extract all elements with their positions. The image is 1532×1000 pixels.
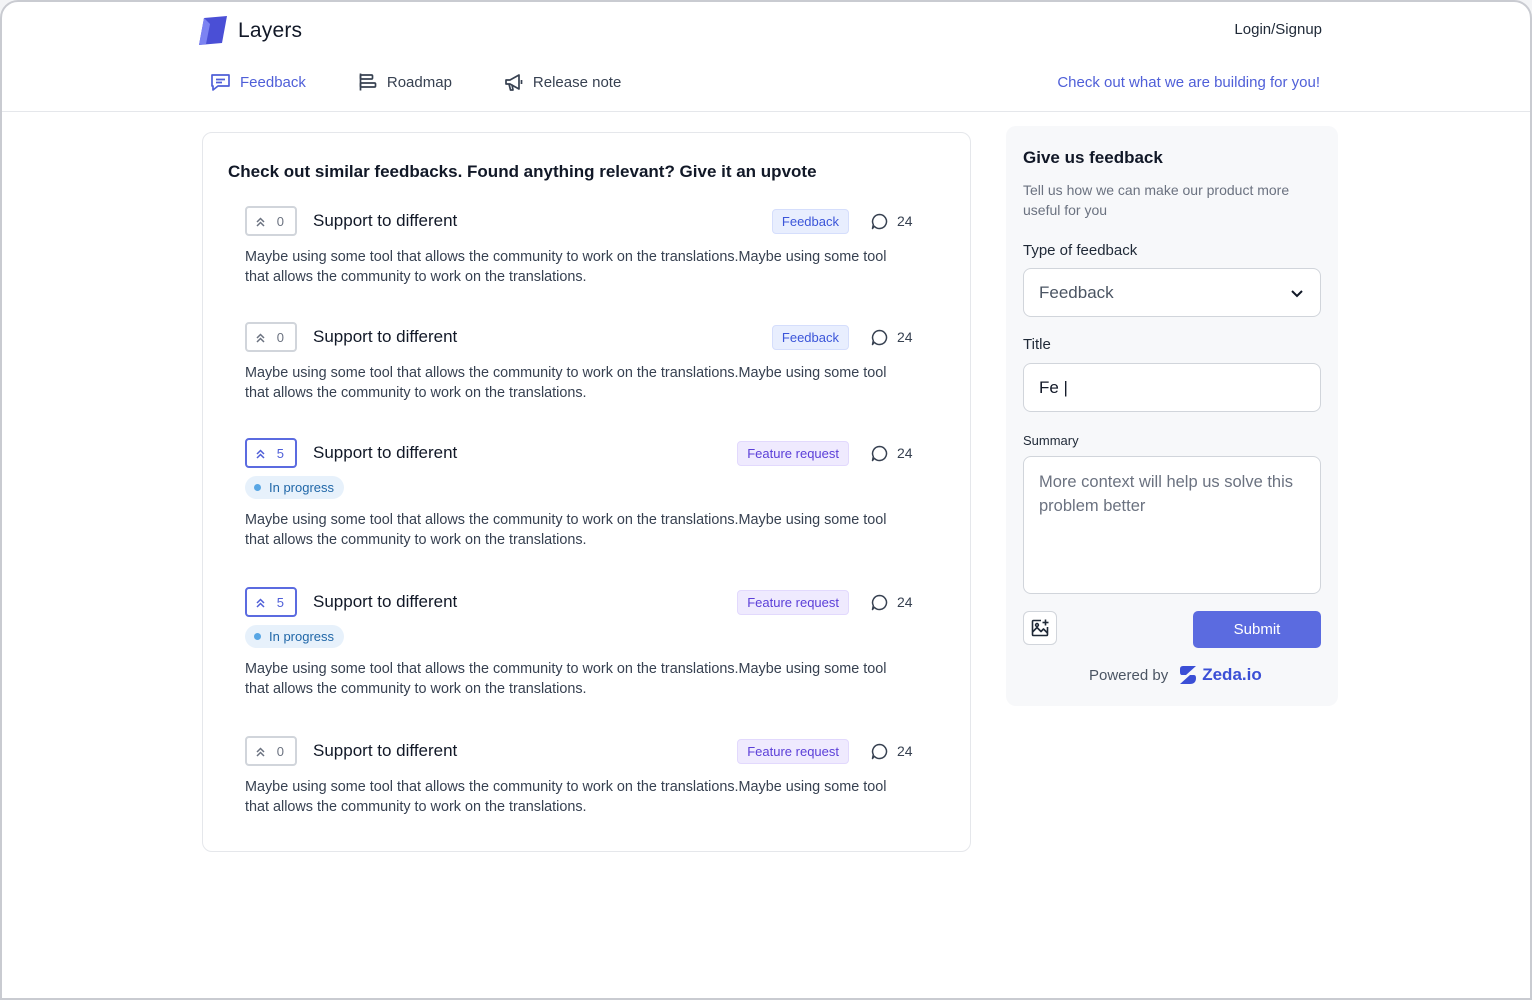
comment-count[interactable]: 24 [871,445,913,462]
feedback-item[interactable]: 5 Support to different Feature request 2… [245,587,913,699]
feedback-type-value: Feedback [1039,282,1114,302]
feedback-description: Maybe using some tool that allows the co… [245,661,887,697]
feedback-form-panel: Give us feedback Tell us how we can make… [1006,126,1338,706]
chevron-down-icon [1291,289,1303,297]
submit-button[interactable]: Submit [1193,611,1321,648]
feedback-type-select[interactable]: Feedback [1023,268,1321,317]
image-plus-icon [1031,619,1049,637]
nav-tab-label: Release note [532,73,622,91]
status-badge: In progress [245,625,345,648]
feedback-title[interactable]: Support to different [313,211,772,231]
nav-tab-feedback[interactable]: Feedback [210,72,306,92]
layers-logo-icon [199,16,227,45]
brand-logo[interactable]: Layers [196,14,302,48]
double-chevron-up-icon [256,746,265,757]
feature-request-tag: Feature request [737,589,849,615]
main-nav: Feedback Roadmap Release note [210,72,673,92]
comment-count[interactable]: 24 [871,594,913,611]
attach-image-button[interactable] [1023,611,1057,645]
form-title: Give us feedback [1023,148,1163,167]
top-header: Layers Login/Signup Feedback Roadmap Rel… [2,2,1530,112]
title-input[interactable]: Fe | [1023,363,1321,412]
zeda-logo-icon [1180,666,1197,684]
feedback-description: Maybe using some tool that allows the co… [245,249,887,285]
feedback-item[interactable]: 0 Support to different Feature request 2… [245,736,913,817]
form-subtitle: Tell us how we can make our product more… [1023,182,1290,218]
upvote-count: 0 [276,213,284,229]
upvote-count: 0 [276,329,284,345]
similar-feedback-heading: Check out similar feedbacks. Found anyth… [228,162,817,181]
feedback-tag: Feedback [771,324,849,350]
status-badge: In progress [245,476,345,499]
login-signup-link[interactable]: Login/Signup [1234,21,1322,38]
feature-request-tag: Feature request [737,738,849,764]
upvote-button[interactable]: 0 [245,206,297,236]
feedback-description: Maybe using some tool that allows the co… [245,512,887,548]
double-chevron-up-icon [256,448,265,459]
upvote-button[interactable]: 5 [245,587,297,617]
feedback-title[interactable]: Support to different [313,741,737,761]
feedback-item[interactable]: 0 Support to different Feedback 24 Maybe… [245,206,913,287]
comment-bubble-icon [871,445,888,461]
brand-name: Layers [238,19,303,42]
nav-tab-roadmap[interactable]: Roadmap [358,72,452,92]
powered-by[interactable]: Powered by Zeda.io [1089,664,1262,686]
status-dot-icon [254,633,261,640]
upvote-button[interactable]: 5 [245,438,297,468]
upvote-count: 5 [276,594,284,610]
comment-bubble-icon [871,213,888,229]
type-of-feedback-label: Type of feedback [1023,242,1138,259]
title-label: Title [1023,336,1051,353]
status-dot-icon [254,484,261,491]
message-square-icon [211,74,230,91]
nav-tab-label: Roadmap [386,73,452,91]
comment-count[interactable]: 24 [871,213,913,230]
feedback-title[interactable]: Support to different [313,443,737,463]
nav-tab-label: Feedback [240,73,306,91]
comment-count[interactable]: 24 [871,329,913,346]
summary-label: Summary [1023,433,1079,448]
nav-tab-release-note[interactable]: Release note [504,72,621,92]
feedback-description: Maybe using some tool that allows the co… [245,365,887,401]
feedback-title[interactable]: Support to different [313,327,772,347]
comment-count[interactable]: 24 [871,743,913,760]
feedback-item[interactable]: 5 Support to different Feature request 2… [245,438,913,550]
upvote-count: 5 [276,445,284,461]
app-window: Layers Login/Signup Feedback Roadmap Rel… [0,0,1532,1000]
feedback-title[interactable]: Support to different [313,592,737,612]
double-chevron-up-icon [256,597,265,608]
double-chevron-up-icon [256,332,265,343]
upvote-button[interactable]: 0 [245,322,297,352]
similar-feedback-card: Check out similar feedbacks. Found anyth… [202,132,971,852]
double-chevron-up-icon [256,216,265,227]
feedback-description: Maybe using some tool that allows the co… [245,779,887,815]
comment-bubble-icon [871,743,888,759]
feature-request-tag: Feature request [737,440,849,466]
comment-bubble-icon [871,329,888,345]
comment-bubble-icon [871,594,888,610]
megaphone-icon [505,74,523,91]
feedback-item[interactable]: 0 Support to different Feedback 24 Maybe… [245,322,913,403]
upvote-button[interactable]: 0 [245,736,297,766]
whats-building-link[interactable]: Check out what we are building for you! [1057,74,1320,91]
summary-textarea[interactable]: More context will help us solve this pro… [1023,456,1321,594]
roadmap-bars-icon [359,73,377,91]
feedback-tag: Feedback [771,208,849,234]
zeda-logo: Zeda.io [1177,664,1262,686]
upvote-count: 0 [276,743,284,759]
